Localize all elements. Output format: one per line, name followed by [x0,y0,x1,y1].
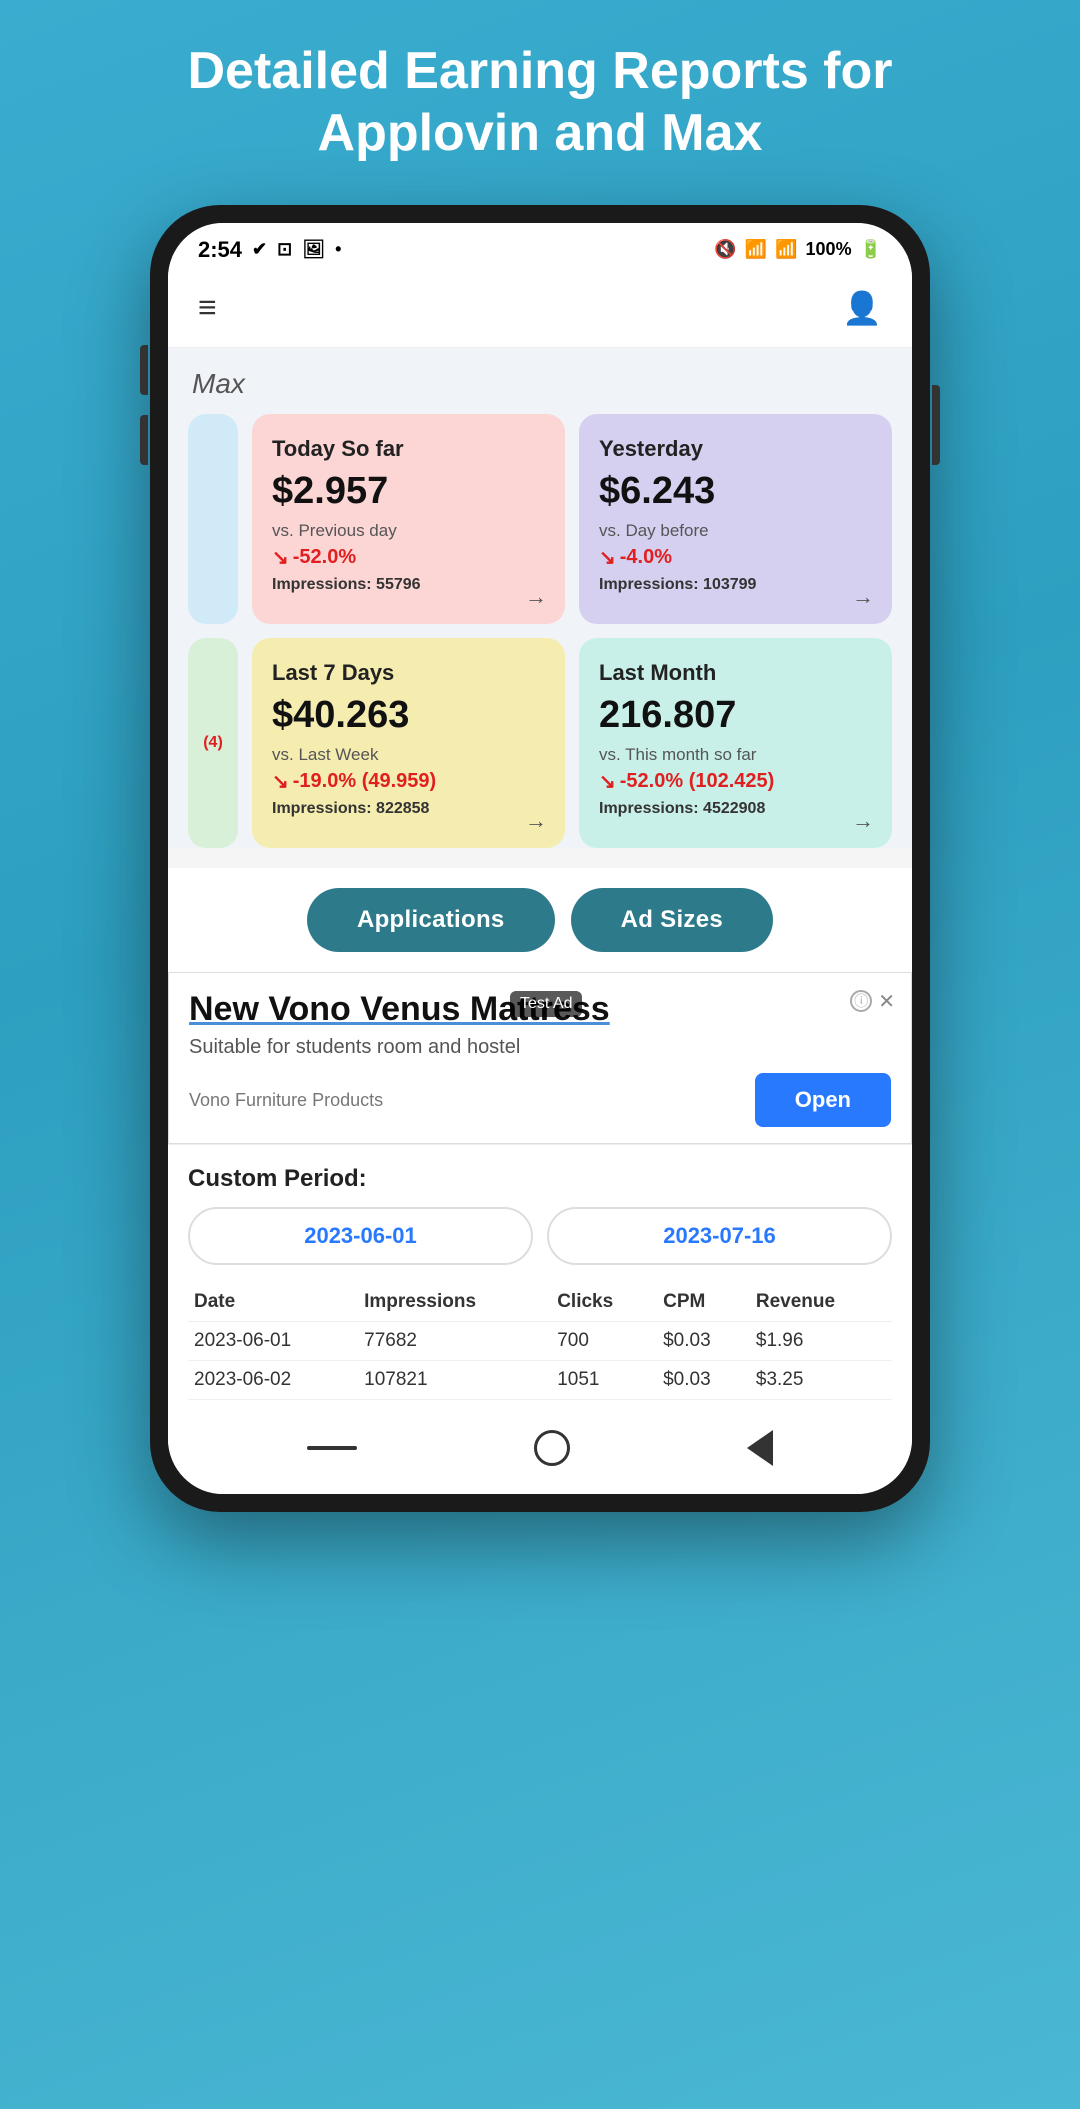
card-today[interactable]: Today So far $2.957 vs. Previous day ↘ -… [252,414,565,624]
tab-buttons-row: Applications Ad Sizes [168,868,912,972]
ad-info-icon[interactable]: ⓘ [850,990,872,1012]
home-indicator [168,1410,912,1494]
user-profile-icon[interactable]: 👤 [842,289,882,327]
ad-banner: Test Ad ⓘ ✕ New Vono Venus Mattress Suit… [168,972,912,1144]
dot-icon: • [335,239,341,260]
wifi-icon: 📶 [745,239,767,260]
nav-recent-icon[interactable] [307,1446,357,1450]
card-today-change: ↘ -52.0% [272,545,545,570]
col-date: Date [188,1283,358,1322]
ad-footer: Vono Furniture Products Open [189,1073,891,1127]
ad-subtitle: Suitable for students room and hostel [189,1036,891,1059]
col-cpm: CPM [657,1283,750,1322]
card-yesterday-change: ↘ -4.0% [599,545,872,570]
date-end-button[interactable]: 2023-07-16 [547,1207,892,1265]
card-today-impressions: Impressions: 55796 [272,576,545,594]
table-cell: 2023-06-02 [188,1361,358,1400]
table-cell: $3.25 [750,1361,892,1400]
card-stub-left [188,414,238,624]
date-start-button[interactable]: 2023-06-01 [188,1207,533,1265]
table-cell: 1051 [551,1361,657,1400]
card-lastmonth-vs: vs. This month so far [599,745,872,765]
table-row: 2023-06-0177682700$0.03$1.96 [188,1322,892,1361]
image-icon: 🖼 [302,239,325,260]
card-last7[interactable]: Last 7 Days $40.263 vs. Last Week ↘ -19.… [252,638,565,848]
down-arrow-today: ↘ [272,545,289,570]
table-cell: 77682 [358,1322,551,1361]
card-yesterday-impressions: Impressions: 103799 [599,576,872,594]
table-cell: 107821 [358,1361,551,1400]
card-lastmonth-arrow[interactable]: → [852,808,874,834]
signal-icon: 📶 [775,239,797,260]
ad-close-row: ⓘ ✕ [850,989,895,1014]
custom-period-section: Custom Period: 2023-06-01 2023-07-16 Dat… [168,1144,912,1410]
stub-label: (4) [203,734,223,752]
brand-label: Max [188,368,892,400]
vol-up-btn [140,345,148,395]
col-impressions: Impressions [358,1283,551,1322]
hamburger-menu[interactable]: ≡ [198,289,217,326]
card-lastmonth-amount: 216.807 [599,694,872,737]
table-cell: $0.03 [657,1322,750,1361]
card-yesterday-arrow[interactable]: → [852,584,874,610]
table-cell: $1.96 [750,1322,892,1361]
vol-down-btn [140,415,148,465]
earnings-table: Date Impressions Clicks CPM Revenue 2023… [188,1283,892,1400]
ad-open-button[interactable]: Open [755,1073,891,1127]
card-last7-change: ↘ -19.0% (49.959) [272,769,545,794]
nav-home-icon[interactable] [534,1430,570,1466]
applications-button[interactable]: Applications [307,888,555,952]
nav-back-icon[interactable] [747,1430,773,1466]
card-today-arrow[interactable]: → [525,584,547,610]
content-area: Max Today So far $2.957 vs. Previous day… [168,348,912,848]
phone-screen: 2:54 ✔ ⊡ 🖼 • 🔇 📶 📶 100% 🔋 ≡ 👤 Max [168,223,912,1494]
card-stub-left-2: (4) [188,638,238,848]
status-time: 2:54 [198,237,242,263]
date-row: 2023-06-01 2023-07-16 [188,1207,892,1265]
battery-icon: 🔋 [860,239,882,260]
mute-icon: 🔇 [714,239,736,260]
power-btn [932,385,940,465]
card-lastmonth-change: ↘ -52.0% (102.425) [599,769,872,794]
card-today-title: Today So far [272,436,545,462]
card-yesterday-amount: $6.243 [599,470,872,513]
ad-sizes-button[interactable]: Ad Sizes [571,888,773,952]
card-lastmonth[interactable]: Last Month 216.807 vs. This month so far… [579,638,892,848]
card-last7-vs: vs. Last Week [272,745,545,765]
card-last7-title: Last 7 Days [272,660,545,686]
status-bar: 2:54 ✔ ⊡ 🖼 • 🔇 📶 📶 100% 🔋 [168,223,912,273]
col-revenue: Revenue [750,1283,892,1322]
card-today-amount: $2.957 [272,470,545,513]
col-clicks: Clicks [551,1283,657,1322]
down-arrow-last7: ↘ [272,769,289,794]
ad-close-icon[interactable]: ✕ [878,989,895,1014]
down-arrow-yesterday: ↘ [599,545,616,570]
status-left: 2:54 ✔ ⊡ 🖼 • [198,237,341,263]
battery-pct: 100% [806,239,852,260]
top-nav: ≡ 👤 [168,273,912,348]
table-cell: $0.03 [657,1361,750,1400]
screen-icon: ⊡ [277,239,292,260]
status-right: 🔇 📶 📶 100% 🔋 [714,239,882,260]
card-last7-impressions: Impressions: 822858 [272,800,545,818]
phone-frame: 2:54 ✔ ⊡ 🖼 • 🔇 📶 📶 100% 🔋 ≡ 👤 Max [150,205,930,1512]
table-cell: 700 [551,1322,657,1361]
card-last7-arrow[interactable]: → [525,808,547,834]
table-cell: 2023-06-01 [188,1322,358,1361]
card-lastmonth-title: Last Month [599,660,872,686]
page-title: Detailed Earning Reports for Applovin an… [128,40,953,165]
custom-period-title: Custom Period: [188,1165,892,1193]
card-yesterday-title: Yesterday [599,436,872,462]
card-lastmonth-impressions: Impressions: 4522908 [599,800,872,818]
ad-brand: Vono Furniture Products [189,1090,383,1111]
card-yesterday[interactable]: Yesterday $6.243 vs. Day before ↘ -4.0% … [579,414,892,624]
card-yesterday-vs: vs. Day before [599,521,872,541]
card-today-vs: vs. Previous day [272,521,545,541]
vitals-icon: ✔ [252,239,267,260]
table-row: 2023-06-021078211051$0.03$3.25 [188,1361,892,1400]
card-last7-amount: $40.263 [272,694,545,737]
down-arrow-lastmonth: ↘ [599,769,616,794]
test-ad-badge: Test Ad [510,991,582,1017]
